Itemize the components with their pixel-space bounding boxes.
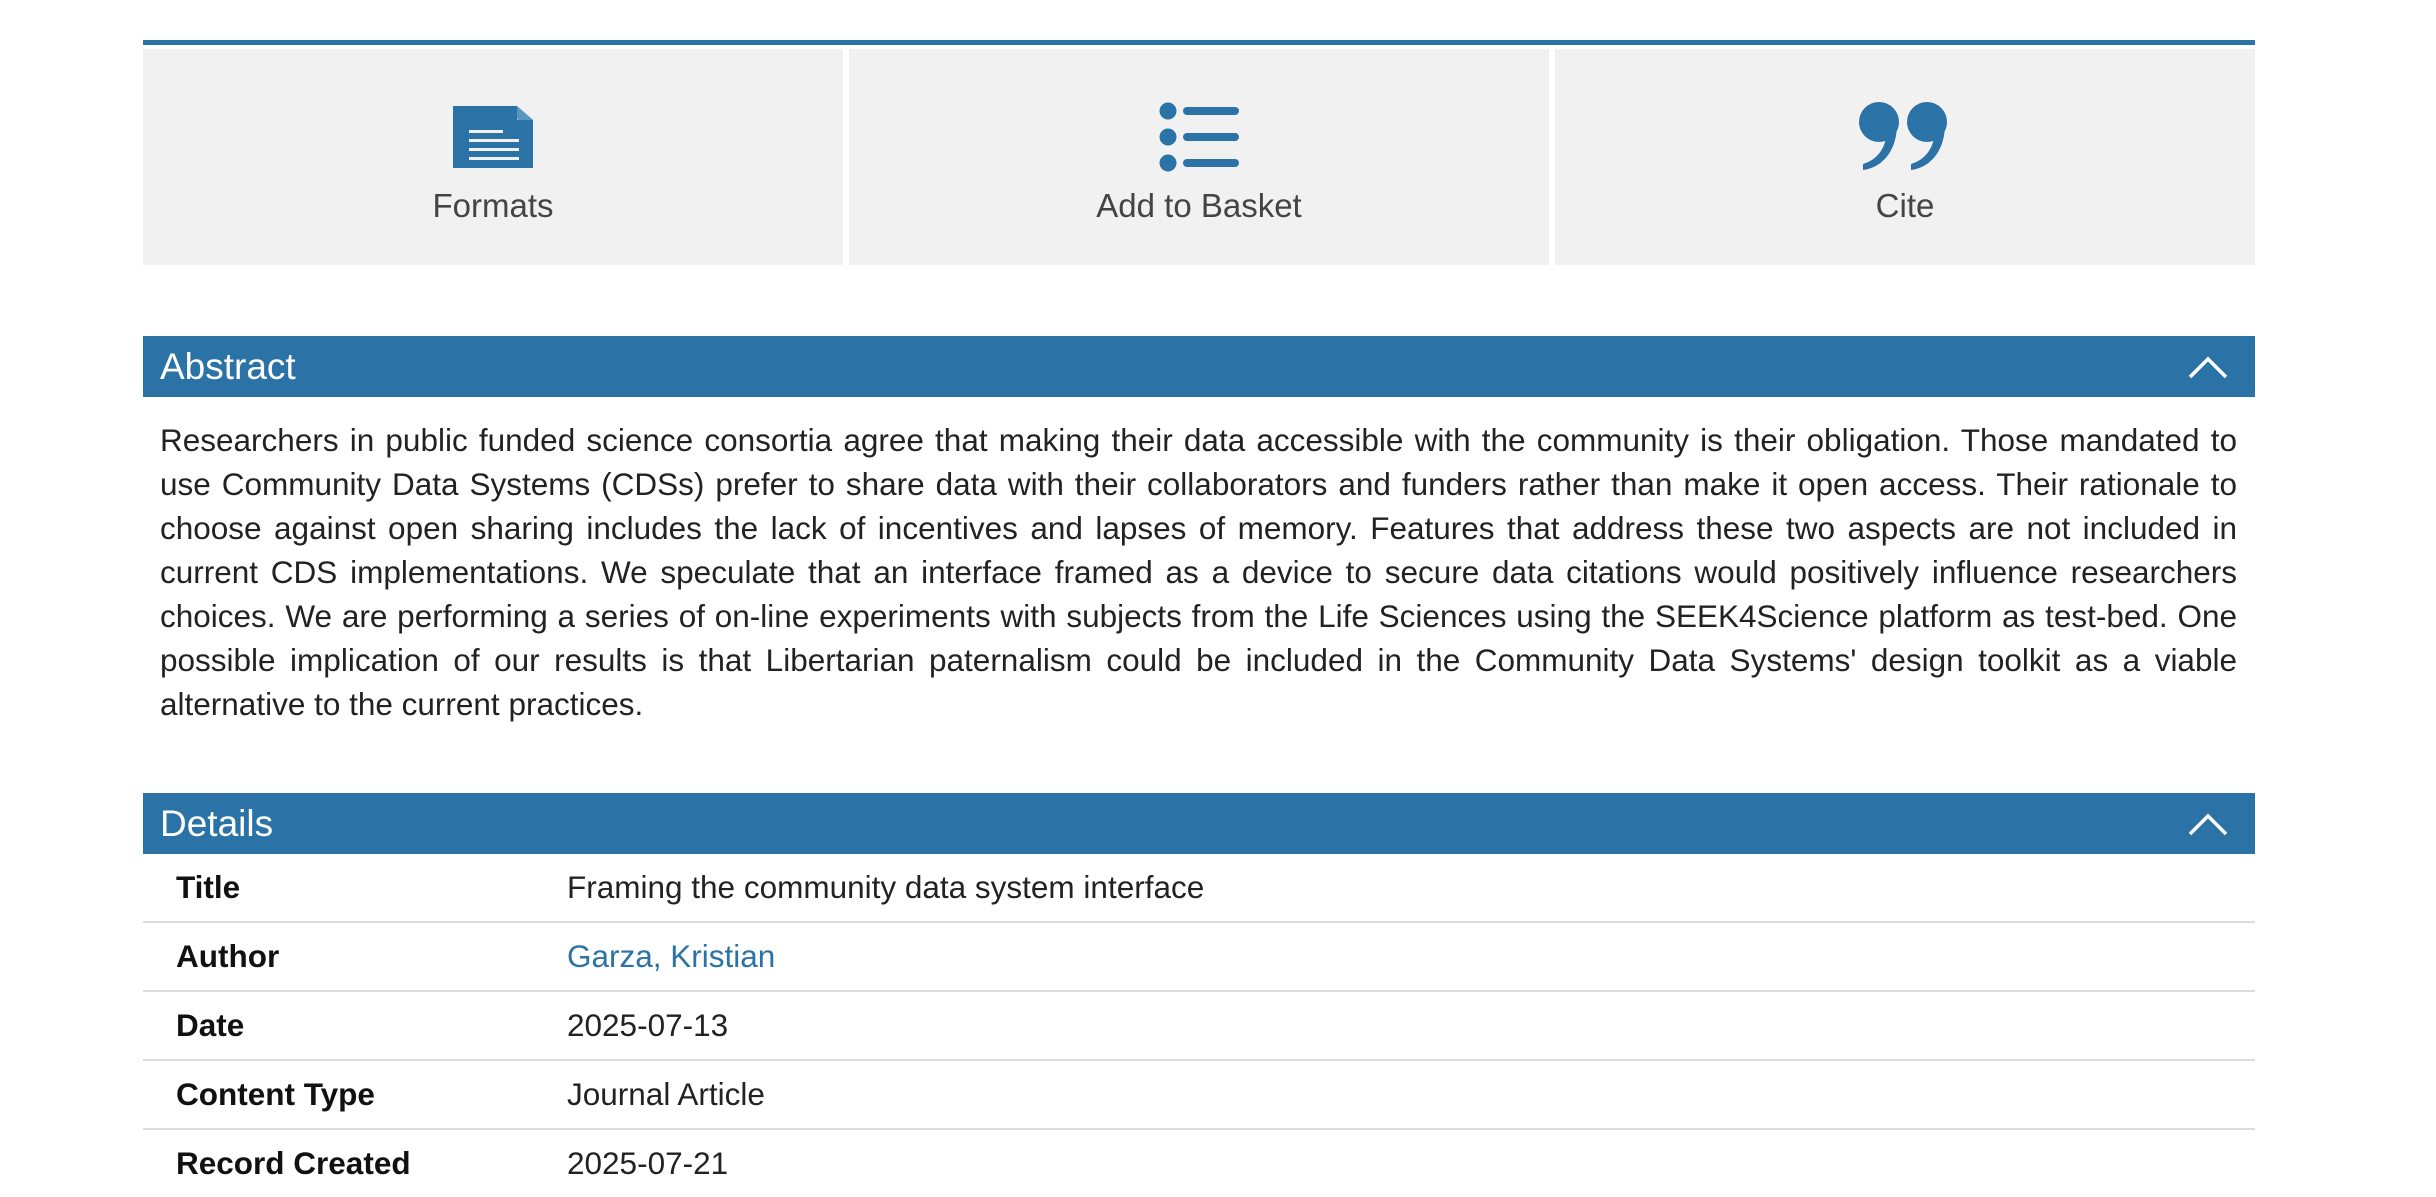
details-key: Content Type <box>176 1076 375 1112</box>
details-table: Title Framing the community data system … <box>143 854 2255 1197</box>
details-key: Title <box>176 869 241 905</box>
chevron-up-icon[interactable] <box>2186 345 2230 389</box>
quote-icon <box>1859 97 1951 177</box>
details-row-record-created: Record Created 2025-07-21 <box>143 1130 2255 1197</box>
details-value: 2025-07-13 <box>567 1007 729 1043</box>
details-key: Author <box>176 938 280 974</box>
details-section-header[interactable]: Details <box>143 793 2255 854</box>
formats-label: Formats <box>432 187 554 224</box>
abstract-title: Abstract <box>160 345 296 387</box>
chevron-up-icon[interactable] <box>2186 802 2230 846</box>
cite-label: Cite <box>1875 187 1935 224</box>
formats-button[interactable]: Formats <box>143 49 843 265</box>
details-row-title: Title Framing the community data system … <box>143 854 2255 923</box>
details-row-date: Date 2025-07-13 <box>143 992 2255 1061</box>
details-row-author: Author Garza, Kristian <box>143 923 2255 992</box>
add-to-basket-label: Add to Basket <box>1096 187 1302 224</box>
details-value: 2025-07-21 <box>567 1145 729 1181</box>
details-value: Framing the community data system interf… <box>567 869 1205 905</box>
author-link[interactable]: Garza, Kristian <box>567 938 775 975</box>
details-title: Details <box>160 802 274 844</box>
details-key: Record Created <box>176 1145 411 1181</box>
cite-button[interactable]: Cite <box>1555 49 2255 265</box>
action-bar: Formats Add to Basket Cite <box>143 40 2255 265</box>
abstract-text: Researchers in public funded science con… <box>160 422 2237 722</box>
abstract-section-header[interactable]: Abstract <box>143 336 2255 397</box>
details-row-content-type: Content Type Journal Article <box>143 1061 2255 1130</box>
details-value: Journal Article <box>567 1076 765 1112</box>
list-icon <box>1159 97 1239 177</box>
details-key: Date <box>176 1007 245 1043</box>
document-icon <box>453 97 533 177</box>
add-to-basket-button[interactable]: Add to Basket <box>849 49 1549 265</box>
